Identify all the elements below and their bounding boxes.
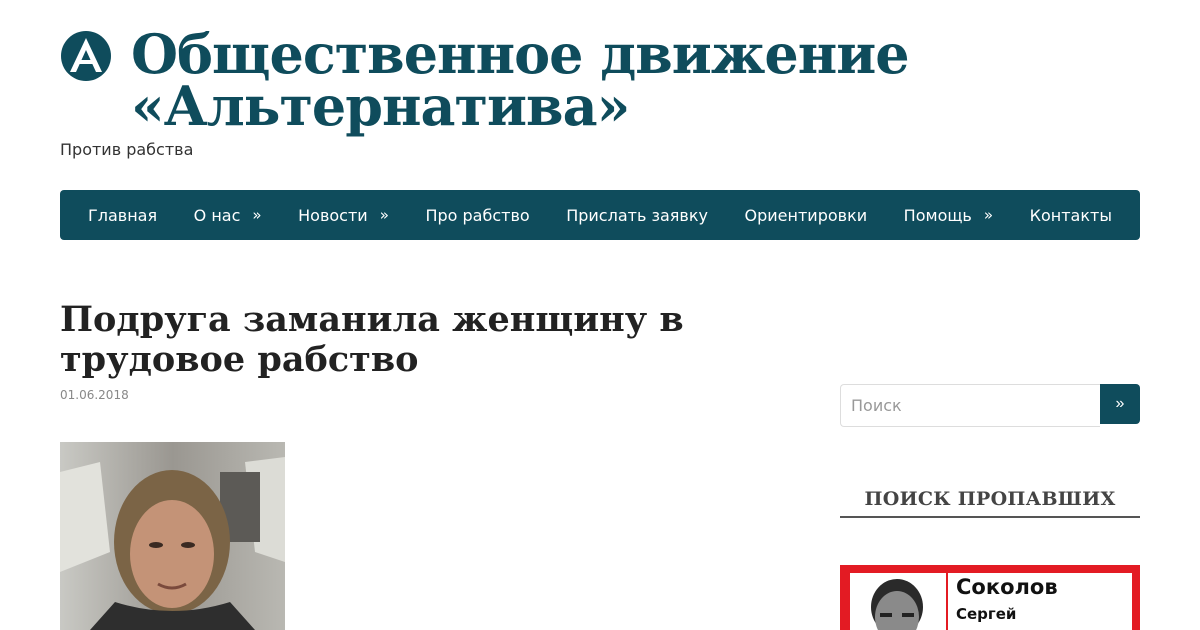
missing-person-surname: Соколов [956,575,1058,599]
missing-person-card[interactable]: Соколов Сергей [840,565,1140,630]
post-title: Подруга заманила женщину в трудовое рабс… [60,299,684,380]
nav-item-orientations[interactable]: Ориентировки [745,206,868,225]
nav-item-label: Главная [88,205,158,225]
main-nav: Главная О нас » Новости » Про рабство Пр… [60,190,1140,240]
site-logo-icon[interactable] [60,30,112,82]
missing-widget-title: ПОИСК ПРОПАВШИХ [864,488,1116,510]
post-date: 01.06.2018 [60,388,129,402]
site-title[interactable]: Общественное движение «Альтернатива» [131,27,951,133]
nav-item-label: О нас [193,205,241,225]
widget-divider [840,516,1140,518]
site-tagline: Против рабства [60,140,194,159]
card-divider [946,573,948,630]
site-title-line1[interactable]: Общественное движение [131,27,951,81]
nav-item-news[interactable]: Новости » [298,206,389,225]
nav-item-submit-request[interactable]: Прислать заявку [566,206,708,225]
nav-item-home[interactable]: Главная [88,206,157,225]
site-title-line2[interactable]: «Альтернатива» [131,79,951,133]
nav-item-about-slavery[interactable]: Про рабство [425,206,529,225]
search-input[interactable] [840,384,1100,427]
nav-item-label: Ориентировки [744,205,868,225]
submenu-chevron-icon: » [983,206,994,224]
submenu-chevron-icon: » [379,206,389,224]
nav-item-label: Про рабство [425,205,530,225]
search-form: » [840,384,1140,427]
nav-item-label: Контакты [1029,205,1112,225]
nav-item-help[interactable]: Помощь » [904,206,993,225]
submenu-chevron-icon: » [252,206,262,224]
post-photo [60,442,285,630]
missing-card-inner: Соколов Сергей [850,573,1132,630]
missing-person-name: Сергей [956,605,1017,623]
nav-item-label: Помощь [903,205,972,225]
missing-person-photo [854,577,940,630]
nav-item-label: Новости [298,205,368,225]
nav-item-contacts[interactable]: Контакты [1030,206,1112,225]
nav-item-about[interactable]: О нас » [194,206,262,225]
search-button[interactable]: » [1100,384,1140,424]
nav-item-label: Прислать заявку [566,205,708,225]
